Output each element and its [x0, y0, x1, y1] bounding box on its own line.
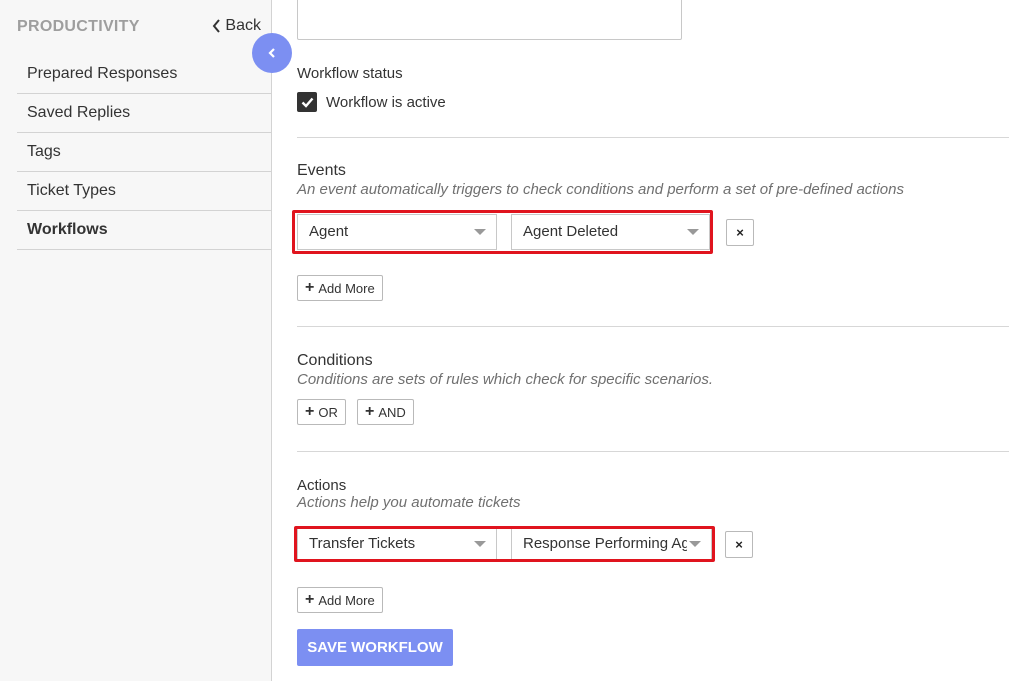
close-icon: ×: [735, 537, 743, 552]
sidebar-title: PRODUCTIVITY: [17, 18, 140, 35]
events-hint: An event automatically triggers to check…: [297, 181, 904, 198]
sidebar: PRODUCTIVITY Back Prepared Responses Sav…: [0, 0, 272, 681]
chevron-left-icon: [268, 48, 275, 58]
plus-icon: +: [365, 403, 375, 420]
close-icon: ×: [736, 225, 744, 240]
chevron-left-icon: [213, 19, 221, 33]
add-more-label: Add More: [318, 592, 375, 608]
or-label: OR: [318, 404, 338, 420]
actions-title: Actions: [297, 477, 347, 494]
remove-event-button[interactable]: ×: [726, 219, 754, 246]
sidebar-item-prepared-responses[interactable]: Prepared Responses: [17, 55, 271, 94]
add-more-actions-button[interactable]: + Add More: [297, 587, 383, 613]
divider: [297, 137, 1009, 138]
actions-hint: Actions help you automate tickets: [297, 494, 521, 511]
plus-icon: +: [305, 279, 315, 296]
back-link[interactable]: Back: [212, 17, 261, 35]
workflow-active-checkbox[interactable]: [297, 92, 317, 112]
workflow-active-label: Workflow is active: [326, 94, 446, 111]
highlight-box: [292, 210, 713, 254]
check-icon: [301, 97, 313, 108]
add-and-condition-button[interactable]: + AND: [357, 399, 414, 425]
conditions-title: Conditions: [297, 352, 373, 369]
and-label: AND: [378, 404, 406, 420]
plus-icon: +: [305, 591, 315, 608]
divider: [297, 326, 1009, 327]
save-workflow-button[interactable]: SAVE WORKFLOW: [297, 629, 453, 666]
sidebar-item-tags[interactable]: Tags: [17, 133, 271, 172]
collapse-sidebar-button[interactable]: [252, 33, 292, 73]
sidebar-item-ticket-types[interactable]: Ticket Types: [17, 172, 271, 211]
plus-icon: +: [305, 403, 315, 420]
conditions-hint: Conditions are sets of rules which check…: [297, 371, 714, 388]
sidebar-item-saved-replies[interactable]: Saved Replies: [17, 94, 271, 133]
remove-action-button[interactable]: ×: [725, 531, 753, 558]
divider: [297, 451, 1009, 452]
back-label: Back: [225, 17, 261, 34]
add-more-label: Add More: [318, 280, 375, 296]
sidebar-header: PRODUCTIVITY Back: [17, 17, 267, 38]
sidebar-item-workflows[interactable]: Workflows: [17, 211, 271, 250]
add-or-condition-button[interactable]: + OR: [297, 399, 346, 425]
workflow-status-label: Workflow status: [297, 65, 403, 82]
sidebar-menu: Prepared Responses Saved Replies Tags Ti…: [17, 55, 271, 250]
description-textarea[interactable]: [297, 0, 682, 40]
events-title: Events: [297, 162, 346, 179]
add-more-events-button[interactable]: + Add More: [297, 275, 383, 301]
highlight-box: [294, 526, 715, 562]
